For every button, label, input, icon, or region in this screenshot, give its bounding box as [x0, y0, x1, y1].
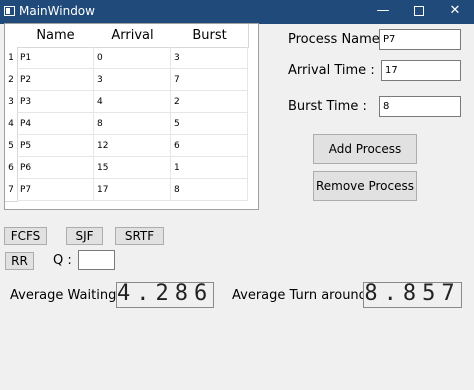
title-bar: MainWindow — ✕ [0, 0, 474, 24]
srtf-button[interactable]: SRTF [115, 227, 164, 245]
process-name-input[interactable]: P7 [379, 29, 461, 50]
cell-name[interactable]: P6 [17, 157, 94, 179]
close-button[interactable]: ✕ [438, 0, 472, 24]
average-waiting-display: 4.286 [116, 281, 214, 308]
cell-name[interactable]: P5 [17, 135, 94, 157]
column-header-burst[interactable]: Burst [171, 24, 249, 48]
burst-time-label: Burst Time : [288, 99, 367, 114]
cell-burst[interactable]: 5 [171, 113, 248, 135]
process-table[interactable]: Name Arrival Burst 1 P1 0 3 2 P2 3 7 3 P… [4, 23, 259, 210]
cell-arrival[interactable]: 12 [94, 135, 171, 157]
add-process-button[interactable]: Add Process [313, 134, 417, 164]
cell-arrival[interactable]: 0 [94, 47, 171, 69]
cell-burst[interactable]: 8 [171, 179, 248, 201]
cell-name[interactable]: P7 [17, 179, 94, 201]
cell-burst[interactable]: 1 [171, 157, 248, 179]
cell-name[interactable]: P3 [17, 91, 94, 113]
remove-process-button[interactable]: Remove Process [313, 171, 417, 201]
column-header-arrival[interactable]: Arrival [94, 24, 172, 48]
cell-name[interactable]: P2 [17, 69, 94, 91]
arrival-time-input[interactable]: 17 [381, 60, 461, 81]
fcfs-button[interactable]: FCFS [4, 227, 47, 245]
quantum-input[interactable] [78, 250, 115, 270]
cell-name[interactable]: P1 [17, 47, 94, 69]
maximize-icon [414, 5, 424, 16]
cell-arrival[interactable]: 4 [94, 91, 171, 113]
cell-burst[interactable]: 2 [171, 91, 248, 113]
app-window-icon [4, 6, 15, 16]
average-waiting-label: Average Waiting : [10, 288, 125, 303]
column-header-name[interactable]: Name [17, 24, 95, 48]
rr-button[interactable]: RR [5, 252, 34, 270]
minimize-button[interactable]: — [366, 0, 400, 24]
cell-burst[interactable]: 3 [171, 47, 248, 69]
sjf-button[interactable]: SJF [66, 227, 103, 245]
cell-arrival[interactable]: 17 [94, 179, 171, 201]
arrival-time-label: Arrival Time : [288, 63, 375, 78]
quantum-label: Q : [53, 253, 72, 268]
cell-name[interactable]: P4 [17, 113, 94, 135]
cell-arrival[interactable]: 15 [94, 157, 171, 179]
cell-burst[interactable]: 6 [171, 135, 248, 157]
average-turnaround-display: 8.857 [363, 281, 462, 308]
window-title: MainWindow [19, 4, 95, 18]
maximize-button[interactable] [402, 0, 436, 24]
cell-arrival[interactable]: 3 [94, 69, 171, 91]
average-turnaround-label: Average Turn around : [232, 288, 376, 303]
process-name-label: Process Name : [288, 32, 389, 47]
burst-time-input[interactable]: 8 [379, 96, 461, 117]
cell-burst[interactable]: 7 [171, 69, 248, 91]
cell-arrival[interactable]: 8 [94, 113, 171, 135]
